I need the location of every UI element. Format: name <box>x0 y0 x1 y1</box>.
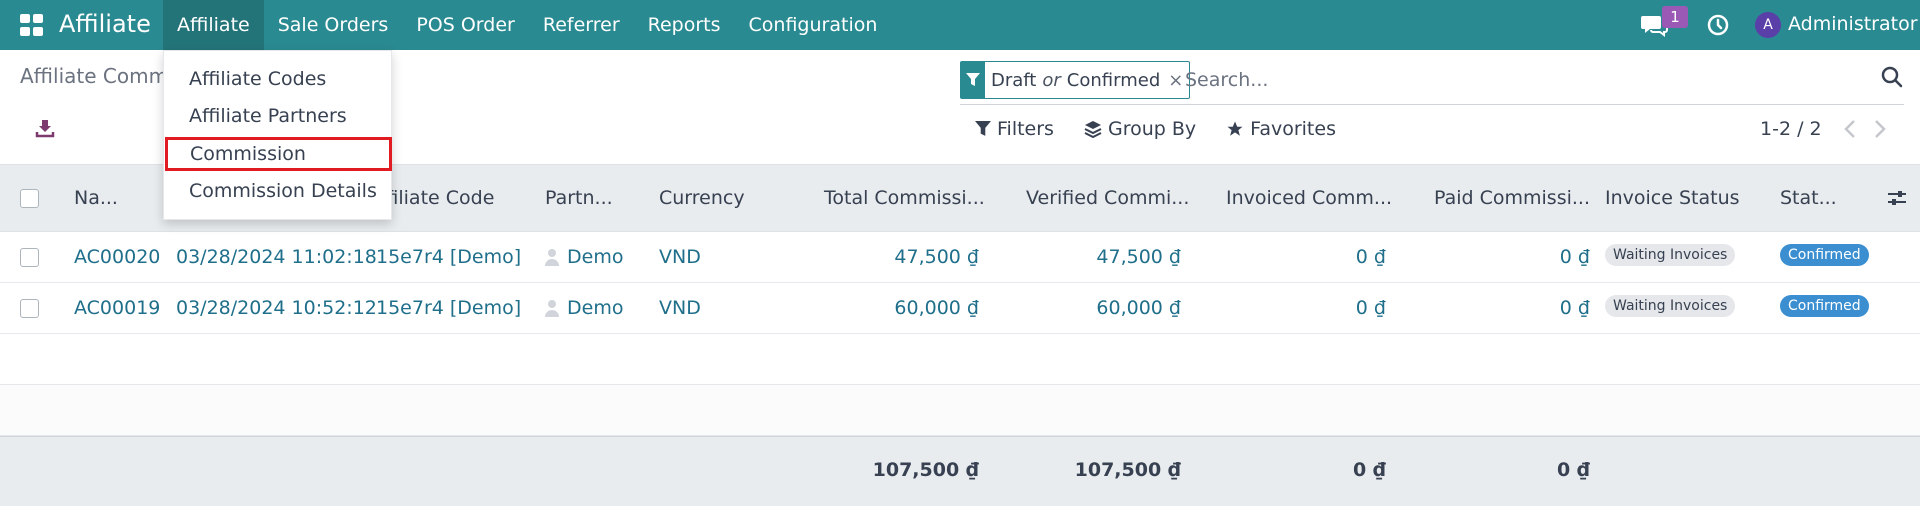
row-partner[interactable]: Demo <box>545 297 623 319</box>
row-checkbox[interactable] <box>20 299 39 318</box>
menu-referrer[interactable]: Referrer <box>529 0 634 50</box>
menu-item-affiliate-partners[interactable]: Affiliate Partners <box>164 99 393 133</box>
verified-commission-sum: 107,500 ₫ <box>1074 459 1181 481</box>
col-invoice-status[interactable]: Invoice Status <box>1605 187 1740 209</box>
row-affiliate-code[interactable]: 15e7r4 [Demo] <box>376 297 521 319</box>
facet-or: or <box>1042 69 1061 91</box>
affiliate-dropdown-menu: Affiliate Codes Affiliate Partners Commi… <box>163 50 392 220</box>
paid-commission-sum: 0 ₫ <box>1556 459 1590 481</box>
funnel-icon <box>975 121 991 136</box>
table-row[interactable]: AC00019 03/28/2024 10:52:12 15e7r4 [Demo… <box>0 283 1920 334</box>
row-date[interactable]: 03/28/2024 10:52:12 <box>176 297 377 319</box>
menu-item-affiliate-codes[interactable]: Affiliate Codes <box>164 62 393 96</box>
main-menu: Affiliate Sale Orders POS Order Referrer… <box>163 0 891 50</box>
total-commission-sum: 107,500 ₫ <box>872 459 979 481</box>
row-name[interactable]: AC00019 <box>74 297 160 319</box>
page-title: Affiliate Comm <box>20 64 169 88</box>
row-partner-label: Demo <box>567 246 624 268</box>
menu-item-commission-details[interactable]: Commission Details <box>164 174 393 208</box>
layers-icon <box>1084 121 1102 138</box>
invoiced-commission-sum: 0 ₫ <box>1352 459 1386 481</box>
menu-item-commission[interactable]: Commission <box>165 137 392 171</box>
facet-value-confirmed: Confirmed <box>1066 69 1161 91</box>
search-input[interactable] <box>1185 65 1805 95</box>
menu-pos-order[interactable]: POS Order <box>402 0 529 50</box>
row-date[interactable]: 03/28/2024 11:02:18 <box>176 246 377 268</box>
menu-affiliate[interactable]: Affiliate <box>163 0 264 50</box>
favorites-label: Favorites <box>1250 118 1336 140</box>
search-bar: Draft or Confirmed × <box>960 61 1904 105</box>
top-navbar: Affiliate Affiliate Sale Orders POS Orde… <box>0 0 1920 50</box>
col-status[interactable]: Stat... <box>1780 187 1837 209</box>
group-by-button[interactable]: Group By <box>1084 118 1196 140</box>
row-currency[interactable]: VND <box>659 297 701 319</box>
row-invoiced-commission[interactable]: 0 ₫ <box>1236 246 1386 268</box>
user-name[interactable]: Administrator <box>1788 13 1918 35</box>
row-affiliate-code[interactable]: 15e7r4 [Demo] <box>376 246 521 268</box>
chevron-left-icon[interactable] <box>1842 118 1858 140</box>
menu-reports[interactable]: Reports <box>634 0 735 50</box>
col-paid-commission[interactable]: Paid Commissi... <box>1432 187 1590 209</box>
menu-sale-orders[interactable]: Sale Orders <box>264 0 403 50</box>
favorites-button[interactable]: Favorites <box>1226 118 1336 140</box>
row-total-commission[interactable]: 60,000 ₫ <box>829 297 979 319</box>
row-checkbox[interactable] <box>20 248 39 267</box>
app-brand[interactable]: Affiliate <box>59 10 151 38</box>
row-verified-commission[interactable]: 47,500 ₫ <box>1031 246 1181 268</box>
col-affiliate-code[interactable]: ffiliate Code <box>380 187 494 209</box>
row-verified-commission[interactable]: 60,000 ₫ <box>1031 297 1181 319</box>
pager-range[interactable]: 1-2 / 2 <box>1760 118 1822 140</box>
user-avatar[interactable]: A <box>1755 12 1781 38</box>
clock-icon[interactable] <box>1706 13 1730 37</box>
download-icon[interactable] <box>35 118 55 138</box>
search-options: Filters Group By Favorites <box>975 118 1336 140</box>
row-partner[interactable]: Demo <box>545 246 623 268</box>
chat-count-badge: 1 <box>1662 6 1688 28</box>
filter-icon <box>961 62 985 98</box>
invoice-status-badge: Waiting Invoices <box>1605 295 1736 317</box>
table-footer-totals: 107,500 ₫ 107,500 ₫ 0 ₫ 0 ₫ <box>0 436 1920 506</box>
row-partner-label: Demo <box>567 297 624 319</box>
select-all-checkbox[interactable] <box>20 189 39 208</box>
col-verified-commission[interactable]: Verified Commi... <box>1026 187 1189 209</box>
row-paid-commission[interactable]: 0 ₫ <box>1440 246 1590 268</box>
row-invoiced-commission[interactable]: 0 ₫ <box>1236 297 1386 319</box>
facet-values: Draft or Confirmed × <box>985 70 1189 91</box>
group-by-label: Group By <box>1107 118 1197 140</box>
filter-facet[interactable]: Draft or Confirmed × <box>960 61 1191 99</box>
column-settings-icon[interactable] <box>1886 187 1908 209</box>
filters-label: Filters <box>997 118 1054 140</box>
row-paid-commission[interactable]: 0 ₫ <box>1440 297 1590 319</box>
search-icon[interactable] <box>1880 65 1904 89</box>
empty-row <box>0 334 1920 385</box>
status-badge: Confirmed <box>1780 244 1869 266</box>
empty-row <box>0 385 1920 436</box>
chevron-right-icon[interactable] <box>1872 118 1888 140</box>
col-total-commission[interactable]: Total Commissi... <box>824 187 985 209</box>
partner-avatar-icon <box>545 249 559 266</box>
apps-grid-icon[interactable] <box>20 14 44 36</box>
star-icon <box>1227 121 1243 136</box>
status-badge: Confirmed <box>1780 295 1869 317</box>
row-currency[interactable]: VND <box>659 246 701 268</box>
menu-configuration[interactable]: Configuration <box>735 0 892 50</box>
facet-value-draft: Draft <box>991 69 1037 91</box>
facet-remove-icon[interactable]: × <box>1168 70 1183 91</box>
filters-button[interactable]: Filters <box>975 118 1054 140</box>
row-total-commission[interactable]: 47,500 ₫ <box>829 246 979 268</box>
partner-avatar-icon <box>545 300 559 317</box>
invoice-status-badge: Waiting Invoices <box>1605 244 1736 266</box>
col-partner[interactable]: Partn... <box>545 187 613 209</box>
row-name[interactable]: AC00020 <box>74 246 160 268</box>
col-name[interactable]: Na... <box>74 187 118 209</box>
col-invoiced-commission[interactable]: Invoiced Comm... <box>1226 187 1392 209</box>
col-currency[interactable]: Currency <box>659 187 745 209</box>
table-row[interactable]: AC00020 03/28/2024 11:02:18 15e7r4 [Demo… <box>0 232 1920 283</box>
